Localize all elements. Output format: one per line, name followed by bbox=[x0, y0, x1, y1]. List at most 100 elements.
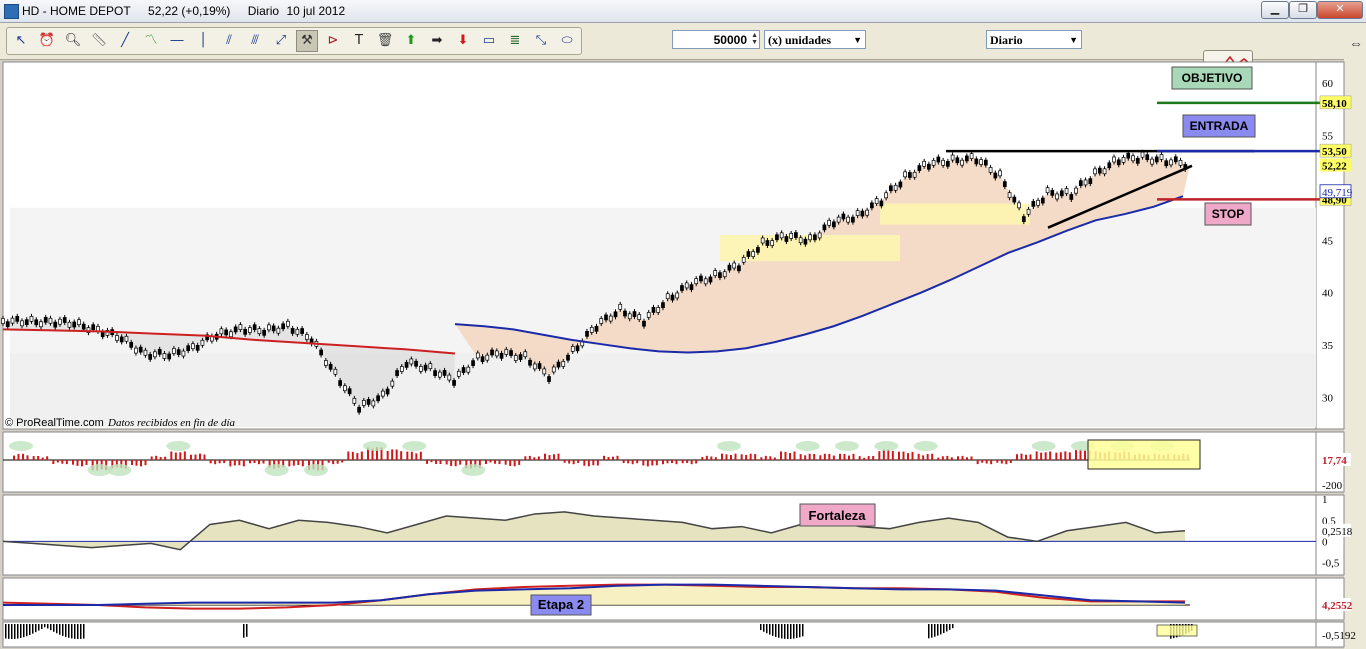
triangle-icon[interactable]: ⊳ bbox=[323, 31, 343, 51]
level-label-objetivo: OBJETIVO bbox=[1182, 71, 1243, 85]
histogram-bar bbox=[1049, 451, 1052, 460]
vertical-line-icon[interactable]: │ bbox=[193, 31, 213, 51]
candle-body bbox=[651, 307, 656, 313]
histogram-bar bbox=[179, 452, 182, 460]
histogram-bar bbox=[288, 460, 291, 467]
candle-body bbox=[760, 237, 765, 244]
ray-icon[interactable]: ⤡ bbox=[531, 31, 551, 51]
units-select[interactable]: (x) unidades ▼ bbox=[764, 30, 866, 49]
period-select[interactable]: Diario ▼ bbox=[986, 30, 1082, 49]
hammer-icon[interactable]: ⚒ bbox=[296, 30, 318, 52]
arrow-line-icon[interactable]: ⤢ bbox=[271, 31, 291, 51]
candle-body bbox=[708, 276, 713, 283]
candle-body bbox=[357, 406, 361, 413]
histogram-bar bbox=[190, 454, 192, 460]
text-icon[interactable]: T bbox=[349, 31, 369, 51]
histogram-bar bbox=[1035, 451, 1038, 460]
price-tick-label: 30 bbox=[1322, 393, 1334, 405]
histogram-bar bbox=[262, 460, 265, 464]
histogram-bar bbox=[858, 456, 861, 460]
candle-body bbox=[513, 355, 518, 361]
candle-body bbox=[124, 335, 129, 342]
ruler-icon[interactable]: 📏︎ bbox=[89, 31, 109, 51]
histogram-bar bbox=[662, 460, 664, 465]
line-icon[interactable]: ╱ bbox=[115, 31, 135, 51]
histogram-shade bbox=[264, 464, 289, 476]
histogram-bar bbox=[22, 453, 24, 460]
down-arrow-icon[interactable]: ⬇ bbox=[453, 31, 473, 51]
candle-body bbox=[371, 400, 376, 407]
histogram-bar bbox=[764, 455, 767, 460]
right-arrow-icon[interactable]: ➡ bbox=[427, 31, 447, 51]
candle-body bbox=[1074, 187, 1078, 194]
histogram-bar bbox=[410, 451, 413, 460]
quantity-input[interactable]: 50000 ▲ ▼ bbox=[672, 30, 760, 49]
candle-body bbox=[148, 354, 153, 360]
candle-body bbox=[1097, 167, 1102, 174]
histogram-bar bbox=[843, 453, 846, 460]
candle-body bbox=[566, 354, 570, 361]
quantity-stepper[interactable]: ▲ ▼ bbox=[749, 32, 758, 47]
candle-body bbox=[134, 347, 138, 354]
histogram-bar bbox=[347, 451, 350, 460]
volume-bar bbox=[56, 624, 58, 634]
fibonacci-icon[interactable]: ⫽ bbox=[219, 31, 239, 51]
candle-body bbox=[1017, 202, 1021, 209]
candle-body bbox=[252, 324, 257, 331]
histogram-bar bbox=[233, 460, 236, 466]
alarm-icon[interactable]: ⏰ bbox=[37, 31, 57, 51]
candle-body bbox=[81, 323, 86, 330]
channel-icon[interactable]: ⫻ bbox=[245, 31, 265, 51]
candle-body bbox=[219, 328, 224, 335]
candle-body bbox=[732, 262, 737, 269]
candle-body bbox=[551, 366, 556, 373]
trash-icon[interactable]: 🗑︎ bbox=[375, 31, 395, 51]
volume-bar bbox=[766, 624, 768, 634]
candle-body bbox=[466, 366, 471, 373]
candle-body bbox=[1059, 190, 1064, 197]
candle-body bbox=[385, 388, 390, 395]
price-tick-label: 40 bbox=[1322, 288, 1334, 300]
histogram-bar bbox=[655, 460, 658, 466]
price-line-icon[interactable]: 〽 bbox=[141, 31, 161, 51]
close-button[interactable]: ✕ bbox=[1317, 1, 1363, 19]
horizontal-line-icon[interactable]: ― bbox=[167, 31, 187, 51]
ellipse-icon[interactable]: ⬭ bbox=[557, 31, 577, 51]
level-label-entrada: ENTRADA bbox=[1190, 119, 1249, 133]
up-arrow-icon[interactable]: ⬆ bbox=[401, 31, 421, 51]
histogram-shade bbox=[9, 441, 33, 451]
volume-bar bbox=[772, 624, 774, 636]
histogram-bar bbox=[332, 460, 335, 465]
candle-body bbox=[300, 328, 304, 334]
rectangle-icon[interactable]: ▭ bbox=[479, 31, 499, 51]
candle-body bbox=[138, 346, 143, 353]
candle-body bbox=[1069, 194, 1074, 200]
maximize-button[interactable]: ❐ bbox=[1289, 1, 1317, 19]
histogram-bar bbox=[651, 460, 654, 466]
candle-body bbox=[404, 362, 409, 368]
arrows-icon[interactable]: ⇔ bbox=[1349, 35, 1363, 51]
symbol-name: HD - HOME DEPOT bbox=[22, 4, 131, 18]
candle-body bbox=[589, 327, 594, 333]
histogram-bar bbox=[603, 455, 605, 460]
histogram-bar bbox=[828, 453, 831, 460]
histogram-bar bbox=[544, 453, 546, 460]
source-note: Datos recibidos en fin de día bbox=[107, 417, 235, 429]
minimize-button[interactable]: ▁ bbox=[1261, 1, 1289, 19]
candle-body bbox=[1050, 190, 1055, 196]
window-title: HD - HOME DEPOT 52,22 (+0,19%) Diario 10… bbox=[22, 4, 359, 18]
candle-body bbox=[623, 310, 627, 317]
stage-title: Etapa 2 bbox=[538, 597, 584, 612]
candle-body bbox=[243, 328, 247, 335]
date-label: 10 jul 2012 bbox=[286, 4, 346, 18]
candle-body bbox=[324, 360, 328, 366]
chart-area[interactable]: 60554540353058,1053,5048,90OBJETIVOENTRA… bbox=[0, 60, 1366, 649]
pointer-icon[interactable]: ↖ bbox=[11, 31, 31, 51]
histogram-bar bbox=[76, 460, 79, 466]
histogram-bar bbox=[258, 460, 260, 465]
histogram-bar bbox=[1044, 452, 1047, 460]
fibonacci-fan-icon[interactable]: ≣ bbox=[505, 31, 525, 51]
volume-bar bbox=[80, 624, 82, 639]
zoom-icon[interactable]: 🔍︎ bbox=[63, 31, 83, 51]
histogram-bar bbox=[1055, 452, 1058, 460]
